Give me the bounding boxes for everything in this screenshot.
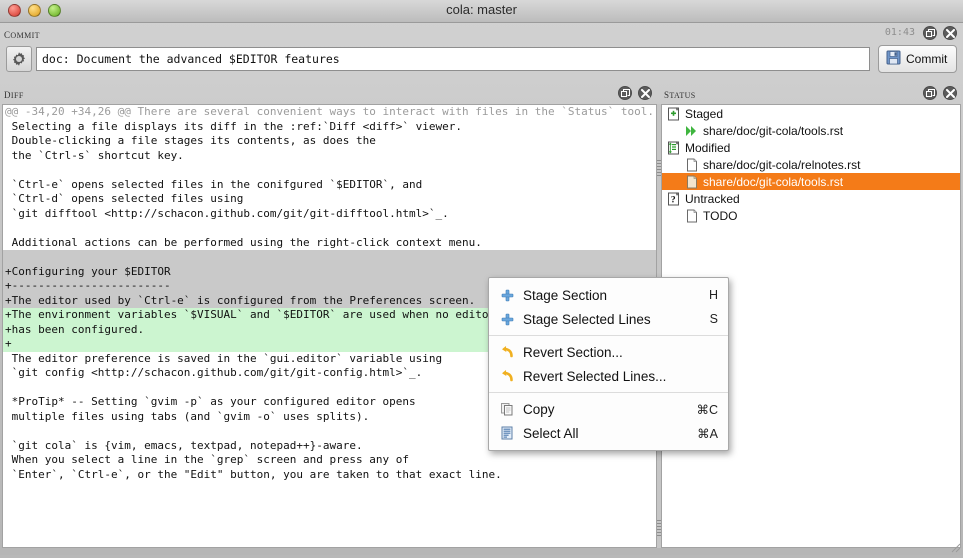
copy-icon — [497, 400, 517, 418]
plus-blue-icon — [497, 310, 517, 328]
status-file-row[interactable]: share/doc/git-cola/tools.rst — [662, 122, 960, 139]
app-window: cola: master Commit 01:43 — [0, 0, 963, 555]
menu-item-label: Revert Section... — [523, 345, 706, 360]
diff-line: `Ctrl-d` opens selected files using — [3, 192, 656, 207]
diff-dock-title: Diff — [4, 86, 24, 102]
status-row-label: Staged — [685, 107, 723, 121]
status-row-label: share/doc/git-cola/tools.rst — [703, 124, 843, 138]
status-dock-header: Status — [660, 84, 963, 104]
diff-line: Additional actions can be performed usin… — [3, 236, 656, 251]
status-close-icon[interactable] — [943, 86, 957, 100]
commit-toolbar: Commit — [0, 44, 963, 74]
menu-item[interactable]: Revert Section... — [489, 340, 728, 364]
commit-button-label: Commit — [906, 52, 947, 66]
menu-item[interactable]: Copy ⌘C — [489, 397, 728, 421]
window-titlebar: cola: master — [0, 0, 963, 23]
status-group-row[interactable]: Modified — [662, 139, 960, 156]
diff-line — [3, 163, 656, 178]
diff-line: Selecting a file displays its diff in th… — [3, 120, 656, 135]
modified-file-icon — [684, 174, 699, 189]
window-title: cola: master — [0, 2, 963, 17]
status-row-label: share/doc/git-cola/relnotes.rst — [703, 158, 860, 172]
close-icon[interactable] — [943, 26, 957, 40]
commit-dock-title: Commit — [4, 26, 40, 42]
status-row-label: TODO — [703, 209, 737, 223]
float-icon[interactable] — [923, 26, 937, 40]
diff-line: When you select a line in the `grep` scr… — [3, 453, 656, 468]
status-file-row[interactable]: share/doc/git-cola/relnotes.rst — [662, 156, 960, 173]
diff-line — [3, 250, 656, 265]
diff-close-icon[interactable] — [638, 86, 652, 100]
file-icon — [684, 157, 699, 172]
diff-context-menu[interactable]: Stage Section H Stage Selected Lines S Rever… — [488, 277, 729, 451]
menu-item[interactable]: Stage Section H — [489, 283, 728, 307]
commit-dock-header: Commit 01:43 — [0, 24, 963, 44]
undo-arrow-icon — [497, 367, 517, 385]
diff-line: `git difftool <http://schacon.github.com… — [3, 207, 656, 222]
undo-arrow-icon — [497, 343, 517, 361]
plus-blue-icon — [497, 286, 517, 304]
file-icon — [684, 208, 699, 223]
svg-text:?: ? — [670, 195, 675, 205]
staged-file-icon — [684, 123, 699, 138]
menu-item-label: Stage Selected Lines — [523, 312, 698, 327]
menu-item-label: Copy — [523, 402, 684, 417]
diff-line: @@ -34,20 +34,26 @@ There are several co… — [3, 105, 656, 120]
select-all-icon — [497, 424, 517, 442]
menu-item[interactable]: Revert Selected Lines... — [489, 364, 728, 388]
menu-item-label: Revert Selected Lines... — [523, 369, 706, 384]
commit-button[interactable]: Commit — [878, 45, 957, 73]
status-group-row[interactable]: ? Untracked — [662, 190, 960, 207]
commit-clock: 01:43 — [885, 27, 915, 38]
diff-line: Double-clicking a file stages its conten… — [3, 134, 656, 149]
menu-item-shortcut: S — [710, 312, 718, 326]
menu-separator — [489, 392, 728, 393]
commit-summary-input[interactable] — [36, 47, 870, 71]
modified-folder-icon — [666, 140, 681, 155]
staged-folder-icon — [666, 106, 681, 121]
diff-line: `Enter`, `Ctrl-e`, or the "Edit" button,… — [3, 468, 656, 483]
diff-float-icon[interactable] — [618, 86, 632, 100]
save-floppy-icon — [886, 50, 901, 68]
menu-item-shortcut: ⌘A — [697, 426, 718, 441]
status-row-label: Untracked — [685, 192, 740, 206]
diff-line: `Ctrl-e` opens selected files in the con… — [3, 178, 656, 193]
status-file-row[interactable]: share/doc/git-cola/tools.rst — [662, 173, 960, 190]
status-file-row[interactable]: TODO — [662, 207, 960, 224]
status-dock-title: Status — [664, 86, 696, 102]
question-folder-icon: ? — [666, 191, 681, 206]
resize-grip[interactable] — [948, 540, 961, 553]
menu-item-label: Select All — [523, 426, 685, 441]
status-float-icon[interactable] — [923, 86, 937, 100]
diff-dock-header: Diff — [0, 84, 658, 104]
menu-item-label: Stage Section — [523, 288, 697, 303]
menu-item-shortcut: ⌘C — [696, 402, 718, 417]
status-row-label: Modified — [685, 141, 730, 155]
gear-icon[interactable] — [6, 46, 32, 72]
status-group-row[interactable]: Staged — [662, 105, 960, 122]
menu-separator — [489, 335, 728, 336]
menu-item[interactable]: Stage Selected Lines S — [489, 307, 728, 331]
diff-line: the `Ctrl-s` shortcut key. — [3, 149, 656, 164]
menu-item[interactable]: Select All ⌘A — [489, 421, 728, 445]
menu-item-shortcut: H — [709, 288, 718, 302]
diff-line — [3, 221, 656, 236]
status-row-label: share/doc/git-cola/tools.rst — [703, 175, 843, 189]
